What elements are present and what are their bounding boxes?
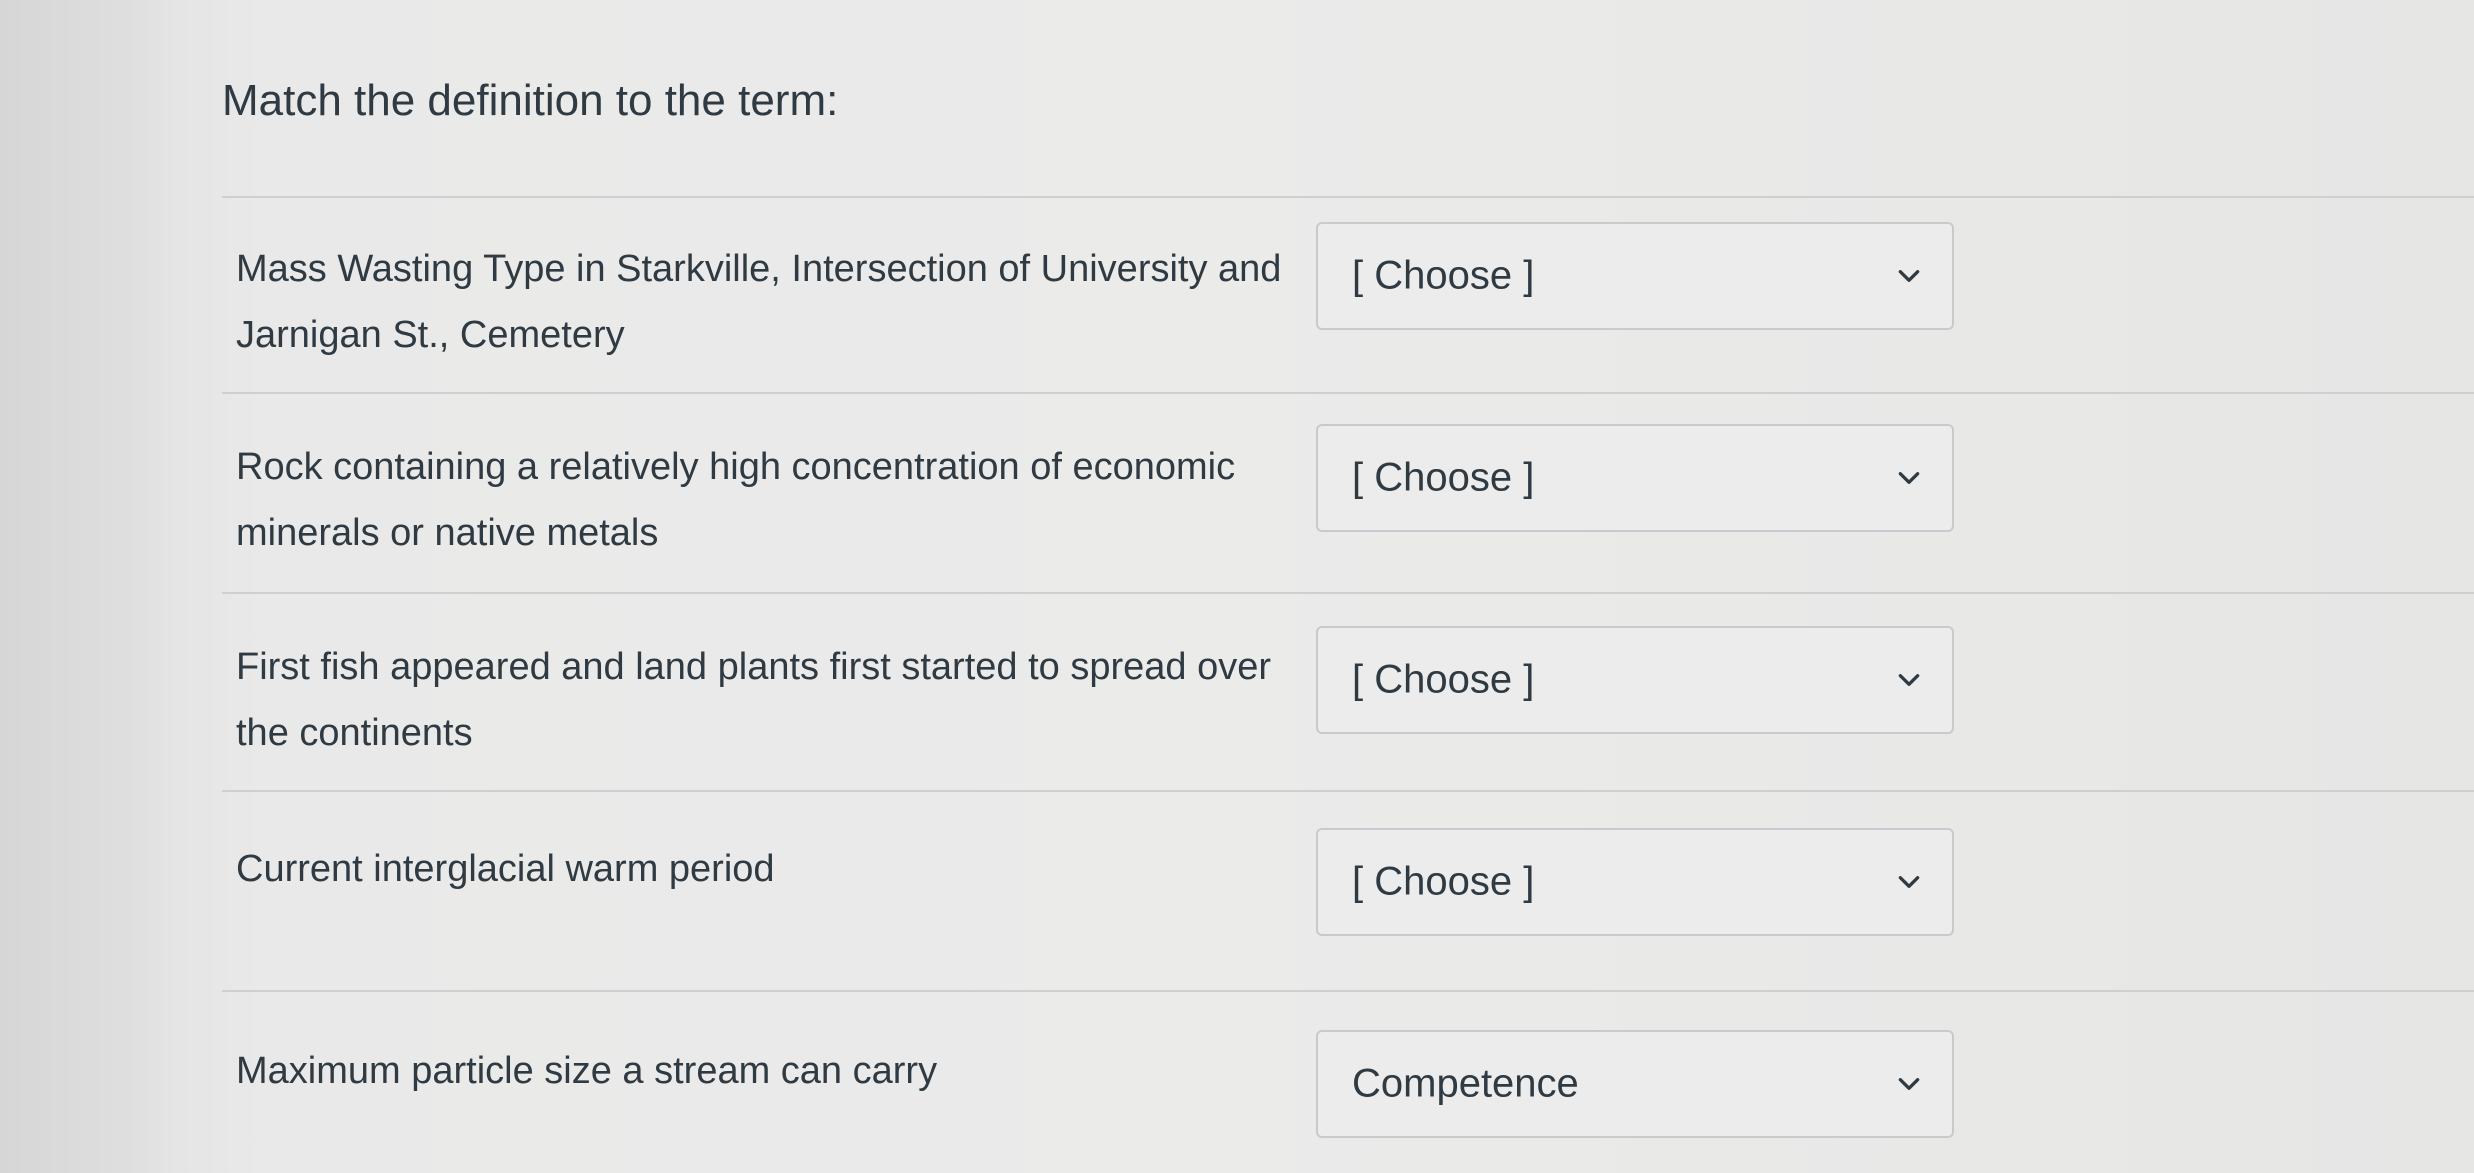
question-1-definition: Mass Wasting Type in Starkville, Interse… [236, 248, 1282, 356]
question-1-select[interactable]: [ Choose ] [1316, 222, 1954, 330]
question-1-select-value: [ Choose ] [1352, 253, 1535, 298]
question-3-select[interactable]: [ Choose ] [1316, 626, 1954, 734]
divider [222, 592, 2474, 594]
chevron-down-icon [1898, 270, 1920, 282]
left-shadow [0, 0, 170, 1173]
question-3-definition: First fish appeared and land plants firs… [236, 646, 1271, 754]
question-2-select[interactable]: [ Choose ] [1316, 424, 1954, 532]
question-4-select[interactable]: [ Choose ] [1316, 828, 1954, 936]
question-5-select-value: Competence [1352, 1061, 1579, 1106]
chevron-down-icon [1898, 472, 1920, 484]
divider [222, 196, 2474, 198]
question-2-definition: Rock containing a relatively high concen… [236, 446, 1236, 554]
divider [222, 990, 2474, 992]
question-4-definition: Current interglacial warm period [236, 848, 775, 890]
question-5-select[interactable]: Competence [1316, 1030, 1954, 1138]
question-3-select-value: [ Choose ] [1352, 657, 1535, 702]
chevron-down-icon [1898, 876, 1920, 888]
question-2-select-value: [ Choose ] [1352, 455, 1535, 500]
question-5-definition: Maximum particle size a stream can carry [236, 1050, 938, 1092]
chevron-down-icon [1898, 674, 1920, 686]
page-title: Match the definition to the term: [222, 76, 839, 125]
question-4-select-value: [ Choose ] [1352, 859, 1535, 904]
chevron-down-icon [1898, 1078, 1920, 1090]
divider [222, 790, 2474, 792]
divider [222, 392, 2474, 394]
